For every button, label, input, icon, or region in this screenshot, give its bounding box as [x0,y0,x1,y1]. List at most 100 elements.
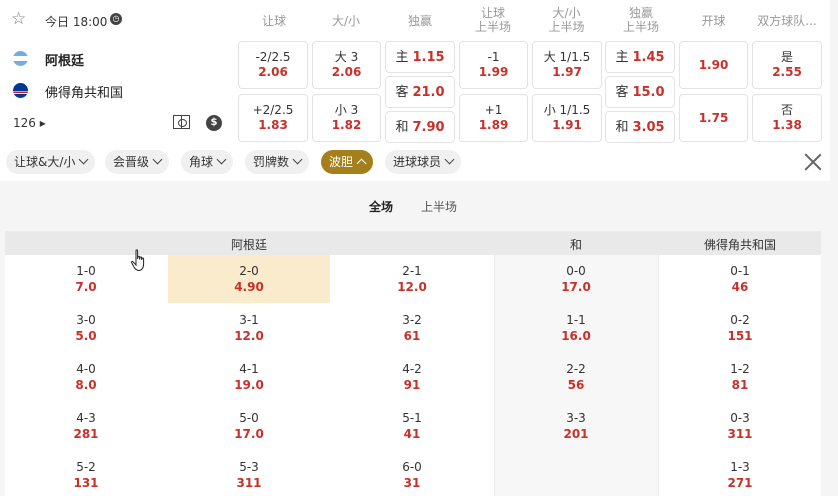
filter-chip-qualify[interactable]: 会晋级 [105,150,170,174]
odds-moneyline-home[interactable]: 主 1.15 [385,41,455,73]
score-label: 0-0 [566,264,586,278]
odds-handicap-home[interactable]: -2/2.5 2.06 [238,41,308,89]
score-cell-1-1[interactable]: 1-1 16.0 [495,304,657,352]
score-cell-3-3[interactable]: 3-3 201 [495,402,657,450]
score-label: 4-0 [76,362,96,376]
odds-label: 和 [395,119,409,135]
score-cell-4-2[interactable]: 4-2 91 [331,353,493,401]
odds-value: 21.0 [412,84,445,100]
score-odd: 16.0 [561,329,591,343]
score-odd: 201 [563,427,589,441]
odds-line: +1 [484,103,503,117]
odds-line: -1 [487,50,500,64]
score-label: 5-1 [402,411,422,425]
score-cell-3-1[interactable]: 3-1 12.0 [168,304,330,352]
score-odd: 91 [403,378,421,392]
odds-over-1h[interactable]: 大 1/1.5 1.97 [532,41,602,89]
odds-btts-no[interactable]: 否 1.38 [752,94,822,142]
header-handicap-1h: 让球 上半场 [459,6,527,34]
pitch-icon[interactable] [173,115,190,129]
filter-chip-label: 波胆 [329,155,354,169]
score-cell-4-0[interactable]: 4-0 8.0 [5,353,167,401]
odds-handicap-1h-home[interactable]: -1 1.99 [459,41,528,89]
odds-under[interactable]: 小 3 1.82 [312,94,381,142]
score-odd: 81 [731,378,749,392]
odds-label: 客 [395,84,409,100]
tab-first-half[interactable]: 上半场 [421,198,457,215]
filter-chip-cards[interactable]: 罚牌数 [245,150,310,174]
odds-value: 1.91 [552,118,582,132]
odds-value: 1.99 [478,65,509,79]
filter-chip-goalscorer[interactable]: 进球球员 [385,150,462,174]
score-cell-5-0[interactable]: 5-0 17.0 [168,402,330,450]
odds-first-goal-away[interactable]: 1.75 [679,94,748,142]
cash-out-icon[interactable]: $ [206,115,222,131]
chevron-down-icon [444,154,455,165]
close-icon[interactable] [804,153,822,171]
odds-label: 客 [615,84,629,100]
odds-moneyline-draw[interactable]: 和 7.90 [385,111,455,143]
filter-chip-corners[interactable]: 角球 [181,150,234,174]
hand-cursor-icon [131,249,145,272]
favorite-star-icon[interactable]: ☆ [11,11,26,28]
more-markets-link[interactable]: 126 ▸ [13,116,46,130]
score-odd: 61 [403,329,421,343]
header-over-under-1h: 大/小 上半场 [532,6,601,34]
score-cell-4-1[interactable]: 4-1 19.0 [168,353,330,401]
header-handicap-1h-line1: 让球 [480,6,505,20]
filter-chip-label: 角球 [189,155,214,169]
score-cell-2-2[interactable]: 2-2 56 [495,353,657,401]
odds-over[interactable]: 大 3 2.06 [312,41,381,89]
odds-line: 大 3 [334,50,359,64]
odds-label: 和 [615,119,629,135]
filter-chip-handicap-ou[interactable]: 让球&大/小 [6,150,96,174]
score-label: 0-3 [730,411,750,425]
score-label: 3-2 [402,313,422,327]
score-label: 1-1 [566,313,586,327]
header-btts: 双方球队... [757,14,817,28]
score-cell-3-0[interactable]: 3-0 5.0 [5,304,167,352]
score-label: 2-1 [402,264,422,278]
odds-first-goal-home[interactable]: 1.90 [679,41,748,89]
score-cell-5-2[interactable]: 5-2 131 [5,451,167,496]
filter-chip-correct-score[interactable]: 波胆 [321,150,374,174]
odds-value: 1.83 [258,118,288,132]
chevron-down-icon [216,154,227,165]
tab-full-time[interactable]: 全场 [369,198,393,215]
score-cell-4-3[interactable]: 4-3 281 [5,402,167,450]
score-cell-0-2[interactable]: 0-2 151 [659,304,821,352]
score-odd: 7.0 [75,280,97,294]
odds-under-1h[interactable]: 小 1/1.5 1.91 [532,94,602,142]
score-cell-0-1[interactable]: 0-1 46 [659,255,821,303]
score-cell-2-0[interactable]: 2-0 4.90 [168,255,330,303]
odds-handicap-away[interactable]: +2/2.5 1.83 [238,94,308,142]
score-cell-1-2[interactable]: 1-2 81 [659,353,821,401]
filter-chip-label: 进球球员 [393,155,442,169]
score-cell-1-3[interactable]: 1-3 271 [659,451,821,496]
score-cell-5-3[interactable]: 5-3 311 [168,451,330,496]
odds-btts-yes[interactable]: 是 2.55 [752,41,822,89]
score-cell-5-1[interactable]: 5-1 41 [331,402,493,450]
score-label: 4-2 [402,362,422,376]
score-odd: 311 [236,476,262,490]
col-header-away: 佛得角共和国 [704,238,777,252]
match-panel: ☆ 今日 18:00 ◷ 阿根廷 佛得角共和国 126 ▸ $ 让球 大/小 独… [0,0,830,181]
odds-handicap-1h-away[interactable]: +1 1.89 [459,94,528,142]
odds-moneyline-away[interactable]: 客 21.0 [385,76,455,108]
odds-line: 小 3 [334,103,359,117]
header-moneyline-1h-line2: 上半场 [622,20,659,34]
odds-moneyline-1h-draw[interactable]: 和 3.05 [605,111,675,143]
score-label: 3-3 [566,411,586,425]
odds-moneyline-1h-away[interactable]: 客 15.0 [605,76,675,108]
score-cell-6-0[interactable]: 6-0 31 [331,451,493,496]
score-cell-0-3[interactable]: 0-3 311 [659,402,821,450]
score-odd: 12.0 [397,280,427,294]
score-cell-0-0[interactable]: 0-0 17.0 [495,255,657,303]
odds-moneyline-1h-home[interactable]: 主 1.45 [605,41,675,73]
score-label: 3-1 [239,313,259,327]
score-odd: 41 [403,427,421,441]
score-cell-3-2[interactable]: 3-2 61 [331,304,493,352]
score-label: 0-2 [730,313,750,327]
header-moneyline-1h: 独赢 上半场 [606,6,676,34]
score-cell-2-1[interactable]: 2-1 12.0 [331,255,493,303]
